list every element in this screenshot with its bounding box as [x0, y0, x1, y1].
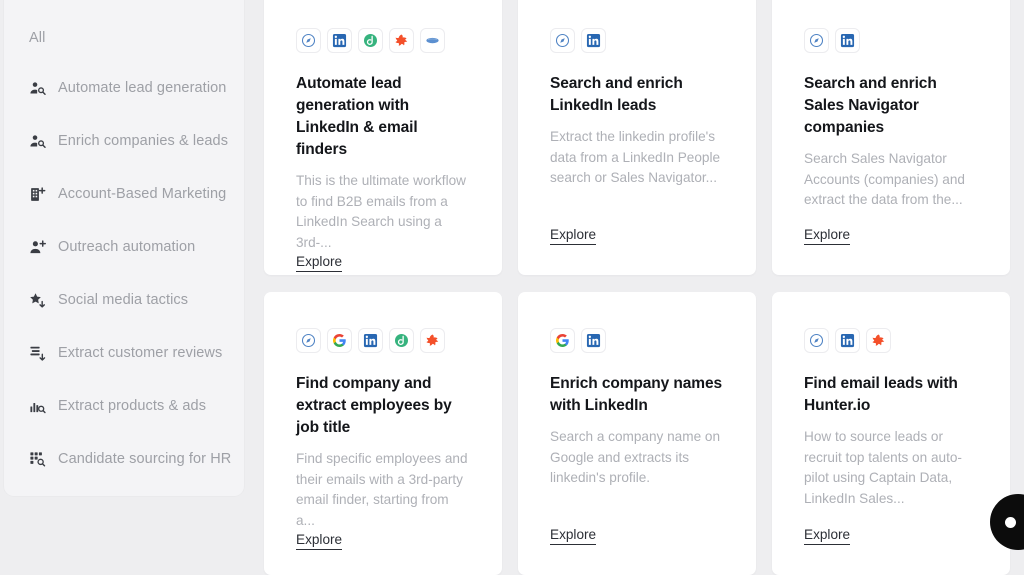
card-integration-icons — [550, 28, 724, 53]
card-title: Find company and extract employees by jo… — [296, 375, 452, 436]
sidebar-item-enrich-companies-leads[interactable]: Enrich companies & leads — [4, 115, 244, 168]
explore-link[interactable]: Explore — [804, 527, 851, 545]
workflow-card[interactable]: Find company and extract employees by jo… — [264, 292, 502, 575]
card-integration-icons — [296, 328, 470, 353]
card-description: How to source leads or recruit top talen… — [804, 429, 962, 506]
workflow-card[interactable]: Enrich company names with LinkedIn Searc… — [518, 292, 756, 575]
workflow-card[interactable]: Automate lead generation with LinkedIn &… — [264, 0, 502, 275]
sidebar-item-label: Social media tactics — [58, 292, 189, 309]
dropcontact-icon — [389, 328, 414, 353]
sidebar-item-label: Extract products & ads — [58, 398, 207, 415]
sidebar-item-label: All — [29, 29, 46, 46]
compass-icon — [804, 328, 829, 353]
card-integration-icons — [550, 328, 724, 353]
card-integration-icons — [804, 28, 978, 53]
card-description: Find specific employees and their emails… — [296, 451, 468, 528]
sidebar-item-label: Account-Based Marketing — [58, 186, 227, 203]
sidebar-item-account-based-marketing[interactable]: Account-Based Marketing — [4, 168, 244, 221]
sidebar-item-automate-lead-generation[interactable]: Automate lead generation — [4, 62, 244, 115]
chat-bubble-icon — [1004, 516, 1016, 528]
lusha-icon — [420, 28, 445, 53]
explore-link[interactable]: Explore — [804, 227, 851, 245]
sidebar-item-all[interactable]: All — [4, 14, 244, 62]
sidebar-item-candidate-sourcing-for-hr[interactable]: Candidate sourcing for HR — [4, 433, 244, 486]
workflow-card[interactable]: Search and enrich Sales Navigator compan… — [772, 0, 1010, 275]
google-icon — [550, 328, 575, 353]
chart-search-icon — [28, 398, 46, 416]
card-integration-icons — [804, 328, 978, 353]
card-description: Search a company name on Google and extr… — [550, 429, 721, 486]
sidebar-item-label: Outreach automation — [58, 239, 196, 256]
person-plus-icon — [28, 239, 46, 257]
grid-search-icon — [28, 451, 46, 469]
explore-link[interactable]: Explore — [550, 527, 597, 545]
card-title: Search and enrich Sales Navigator compan… — [804, 75, 937, 136]
card-description: Extract the linkedin profile's data from… — [550, 129, 721, 186]
linkedin-icon — [581, 328, 606, 353]
hunter-icon — [866, 328, 891, 353]
workflow-card-grid: Automate lead generation with LinkedIn &… — [264, 0, 1024, 575]
sidebar-item-social-media-tactics[interactable]: Social media tactics — [4, 274, 244, 327]
category-list: All Automate lead generation Enrich comp… — [4, 0, 244, 486]
card-description: This is the ultimate workflow to find B2… — [296, 173, 466, 250]
sidebar-item-extract-customer-reviews[interactable]: Extract customer reviews — [4, 327, 244, 380]
hunter-icon — [389, 28, 414, 53]
explore-link[interactable]: Explore — [550, 227, 597, 245]
workflow-card[interactable]: Find email leads with Hunter.io How to s… — [772, 292, 1010, 575]
sidebar-item-label: Automate lead generation — [58, 80, 227, 97]
sidebar-item-label: Candidate sourcing for HR — [58, 451, 232, 468]
compass-icon — [296, 28, 321, 53]
explore-link[interactable]: Explore — [296, 254, 343, 272]
linkedin-icon — [581, 28, 606, 53]
card-description: Search Sales Navigator Accounts (compani… — [804, 151, 965, 208]
card-title: Automate lead generation with LinkedIn &… — [296, 75, 418, 158]
workflow-card[interactable]: Search and enrich LinkedIn leads Extract… — [518, 0, 756, 275]
hunter-icon — [420, 328, 445, 353]
list-download-icon — [28, 345, 46, 363]
compass-icon — [550, 28, 575, 53]
sidebar-item-label: Enrich companies & leads — [58, 133, 229, 150]
dropcontact-icon — [358, 28, 383, 53]
linkedin-icon — [835, 28, 860, 53]
building-plus-icon — [28, 186, 46, 204]
linkedin-icon — [358, 328, 383, 353]
card-integration-icons — [296, 28, 470, 53]
card-title: Search and enrich LinkedIn leads — [550, 75, 683, 114]
sidebar-item-extract-products-ads[interactable]: Extract products & ads — [4, 380, 244, 433]
sidebar-item-label: Extract customer reviews — [58, 345, 223, 362]
explore-link[interactable]: Explore — [296, 532, 343, 550]
card-title: Enrich company names with LinkedIn — [550, 375, 723, 414]
compass-icon — [296, 328, 321, 353]
compass-icon — [804, 28, 829, 53]
star-download-icon — [28, 292, 46, 310]
sidebar-item-outreach-automation[interactable]: Outreach automation — [4, 221, 244, 274]
app-root: All Automate lead generation Enrich comp… — [0, 0, 1024, 575]
card-title: Find email leads with Hunter.io — [804, 375, 958, 414]
person-search-icon — [28, 133, 46, 151]
category-sidebar: All Automate lead generation Enrich comp… — [4, 0, 244, 496]
google-icon — [327, 328, 352, 353]
linkedin-icon — [835, 328, 860, 353]
person-search-icon — [28, 80, 46, 98]
linkedin-icon — [327, 28, 352, 53]
